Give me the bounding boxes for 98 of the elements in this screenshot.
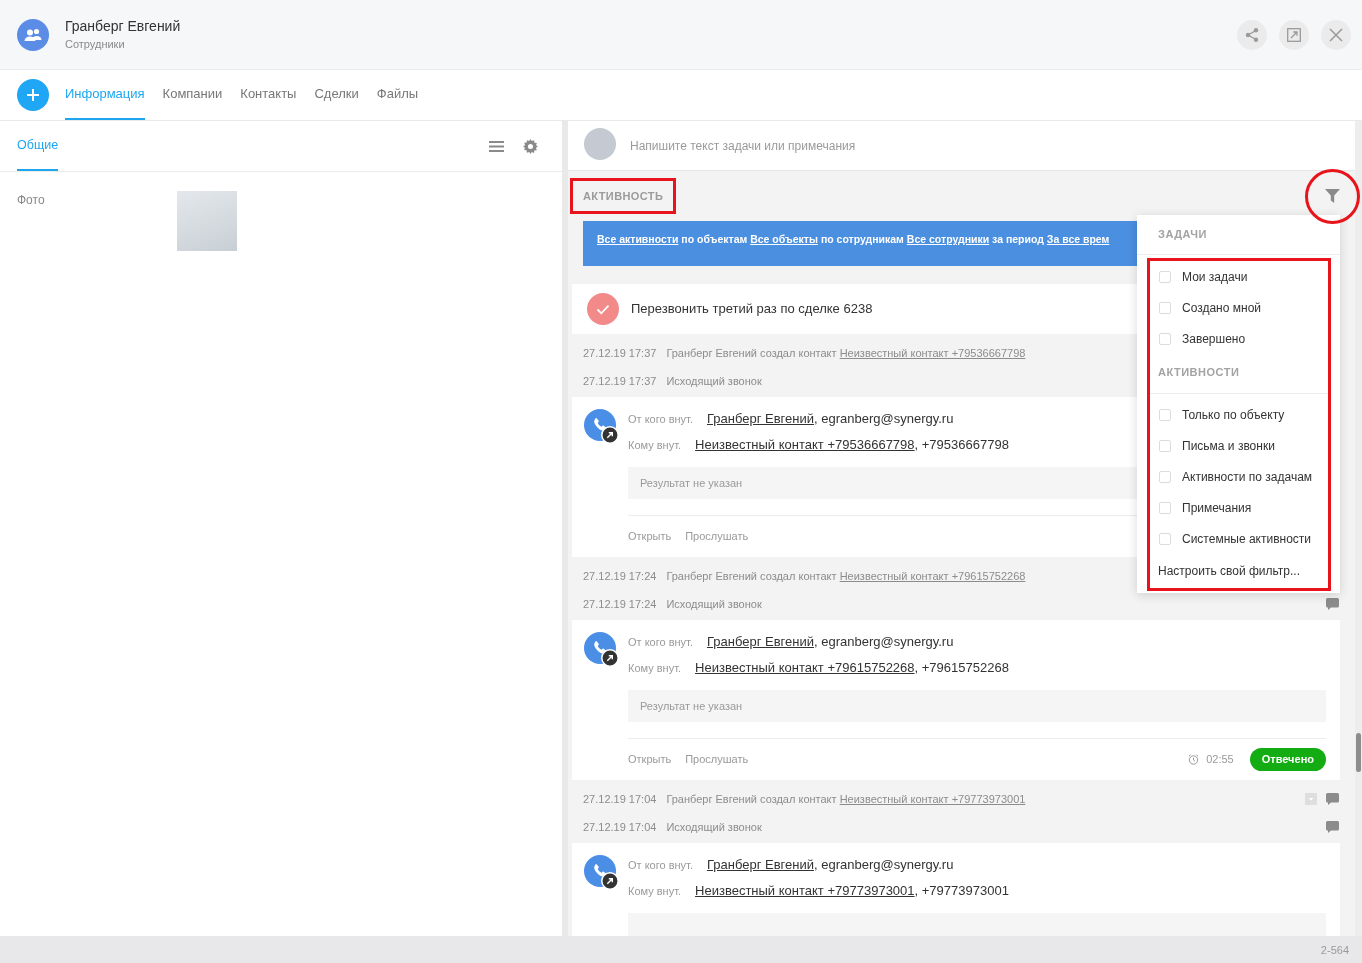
filter-option-label[interactable]: Письма и звонки	[1182, 436, 1275, 455]
field-label: Кому внут.	[628, 437, 682, 453]
contact-link[interactable]: Гранберг Евгений	[706, 411, 814, 427]
action-link[interactable]: Открыть	[628, 528, 672, 545]
event-text: Гранберг Евгений создал контакт Неизвестный контакт +79615752268	[666, 568, 1026, 584]
event-text: Гранберг Евгений создал контакт Неизвестный контакт +79773973001	[666, 791, 1026, 807]
action-link[interactable]: Открыть	[628, 751, 672, 768]
filter-option-label[interactable]: Создано мной	[1182, 298, 1261, 317]
check-circle-icon[interactable]	[587, 293, 619, 325]
field-label: Фото	[17, 192, 46, 209]
contact-link[interactable]: Неизвестный контакт +79536667798	[695, 437, 915, 453]
filter-option-label[interactable]: Примечания	[1182, 498, 1252, 517]
contact-info: Неизвестный контакт +79773973001, +79773973001	[695, 882, 1009, 901]
checkbox[interactable]	[1159, 301, 1171, 314]
photo-placeholder	[177, 191, 237, 251]
open-external-button[interactable]	[1279, 19, 1309, 50]
checkbox[interactable]	[1159, 332, 1171, 345]
event-date: 27.12.19 17:37	[583, 345, 657, 361]
call-duration: 02:55	[1206, 752, 1234, 768]
tab[interactable]: Компании	[162, 70, 223, 120]
event-text: Гранберг Евгений создал контакт Неизвестный контакт +79536667798	[666, 345, 1026, 361]
task-input[interactable]: Напишите текст задачи или примечания	[568, 121, 1355, 171]
field-label: От кого внут.	[628, 634, 693, 650]
outgoing-call-icon	[584, 855, 619, 890]
contact-link[interactable]: Гранберг Евгений	[706, 634, 814, 650]
record-subtitle: Сотрудники	[65, 37, 126, 52]
contact-info: Гранберг Евгений, egranberg@synergy.ru	[706, 633, 954, 652]
close-icon	[1329, 27, 1343, 42]
tab[interactable]: Контакты	[240, 70, 297, 120]
custom-filter-link[interactable]: Настроить свой фильтр...	[1150, 554, 1328, 588]
external-link-icon	[1287, 27, 1301, 42]
footer-text: 2-564	[1320, 944, 1349, 956]
users-icon	[17, 18, 49, 51]
contact-link[interactable]: Неизвестный контакт +79773973001	[695, 883, 915, 899]
outgoing-call-icon	[584, 632, 619, 667]
event-date: 27.12.19 17:24	[583, 596, 657, 612]
event-date: 27.12.19 17:37	[583, 373, 657, 389]
record-title: Гранберг Евгений	[65, 17, 181, 35]
square-caret-icon[interactable]	[1305, 793, 1317, 805]
contact-info: Неизвестный контакт +79615752268, +79615752268	[695, 659, 1009, 678]
filter-link[interactable]: Все объекты	[750, 233, 818, 245]
event-date: 27.12.19 17:04	[583, 791, 657, 807]
contact-info: Гранберг Евгений, egranberg@synergy.ru	[706, 410, 954, 429]
contact-link[interactable]: Неизвестный контакт +79615752268	[839, 569, 1026, 582]
contact-link[interactable]: Гранберг Евгений	[706, 857, 814, 873]
contact-link[interactable]: Неизвестный контакт +79615752268	[695, 660, 915, 676]
event-date: 27.12.19 17:24	[583, 568, 657, 584]
event-text: Исходящий звонок	[666, 819, 762, 835]
settings-icon[interactable]	[523, 138, 538, 154]
checkbox[interactable]	[1159, 439, 1171, 452]
add-button[interactable]	[17, 79, 49, 111]
checkbox[interactable]	[1159, 501, 1171, 514]
share-button[interactable]	[1237, 19, 1267, 50]
menu-icon[interactable]	[489, 140, 504, 152]
task-title[interactable]: Перезвонить третий раз по сделке 6238	[631, 299, 873, 319]
contact-info: Неизвестный контакт +79536667798, +79536667798	[695, 436, 1009, 455]
share-icon	[1245, 27, 1259, 42]
filter-icon[interactable]	[1325, 189, 1340, 203]
tab[interactable]: Файлы	[376, 70, 419, 120]
contact-link[interactable]: Неизвестный контакт +79536667798	[839, 346, 1026, 359]
checkbox[interactable]	[1159, 408, 1171, 421]
status-badge: Отвечено	[1249, 748, 1326, 771]
event-text: Исходящий звонок	[666, 596, 762, 612]
filter-option-label[interactable]: Мои задачи	[1182, 267, 1248, 286]
scrollbar-thumb[interactable]	[1356, 733, 1361, 772]
filter-link[interactable]: Все активности	[597, 233, 679, 245]
action-link[interactable]: Прослушать	[685, 528, 749, 545]
filter-link[interactable]: Все сотрудники	[906, 233, 990, 245]
result-box: Результат не указан	[628, 690, 1326, 722]
event-text: Исходящий звонок	[666, 373, 762, 389]
action-link[interactable]: Прослушать	[685, 751, 749, 768]
comment-icon[interactable]	[1326, 598, 1339, 610]
filter-option-label[interactable]: Активности по задачам	[1182, 467, 1313, 486]
field-label: Кому внут.	[628, 883, 682, 899]
section-title: АКТИВНОСТЬ	[583, 188, 664, 204]
filter-option-label[interactable]: Завершено	[1182, 329, 1246, 348]
filter-option-label[interactable]: Системные активности	[1182, 529, 1312, 548]
comment-icon[interactable]	[1326, 793, 1339, 805]
field-label: Кому внут.	[628, 660, 682, 676]
menu-section-title: АКТИВНОСТИ	[1150, 354, 1328, 394]
contact-info: Гранберг Евгений, egranberg@synergy.ru	[706, 856, 954, 875]
tab[interactable]: Сделки	[314, 70, 359, 120]
section-tab[interactable]: Общие	[17, 121, 59, 171]
checkbox[interactable]	[1159, 470, 1171, 483]
comment-icon[interactable]	[1326, 821, 1339, 833]
alarm-clock-icon	[1188, 754, 1200, 765]
field-label: От кого внут.	[628, 857, 693, 873]
field-label: От кого внут.	[628, 411, 693, 427]
event-date: 27.12.19 17:04	[583, 819, 657, 835]
checkbox[interactable]	[1159, 270, 1171, 283]
outgoing-call-icon	[584, 409, 619, 444]
checkbox[interactable]	[1159, 532, 1171, 545]
plus-icon	[27, 89, 39, 101]
menu-section-title: ЗАДАЧИ	[1137, 215, 1340, 255]
filter-option-label[interactable]: Только по объекту	[1182, 405, 1285, 424]
close-button[interactable]	[1321, 19, 1351, 50]
filter-link[interactable]: За все врем	[1046, 233, 1110, 245]
contact-link[interactable]: Неизвестный контакт +79773973001	[839, 792, 1026, 805]
